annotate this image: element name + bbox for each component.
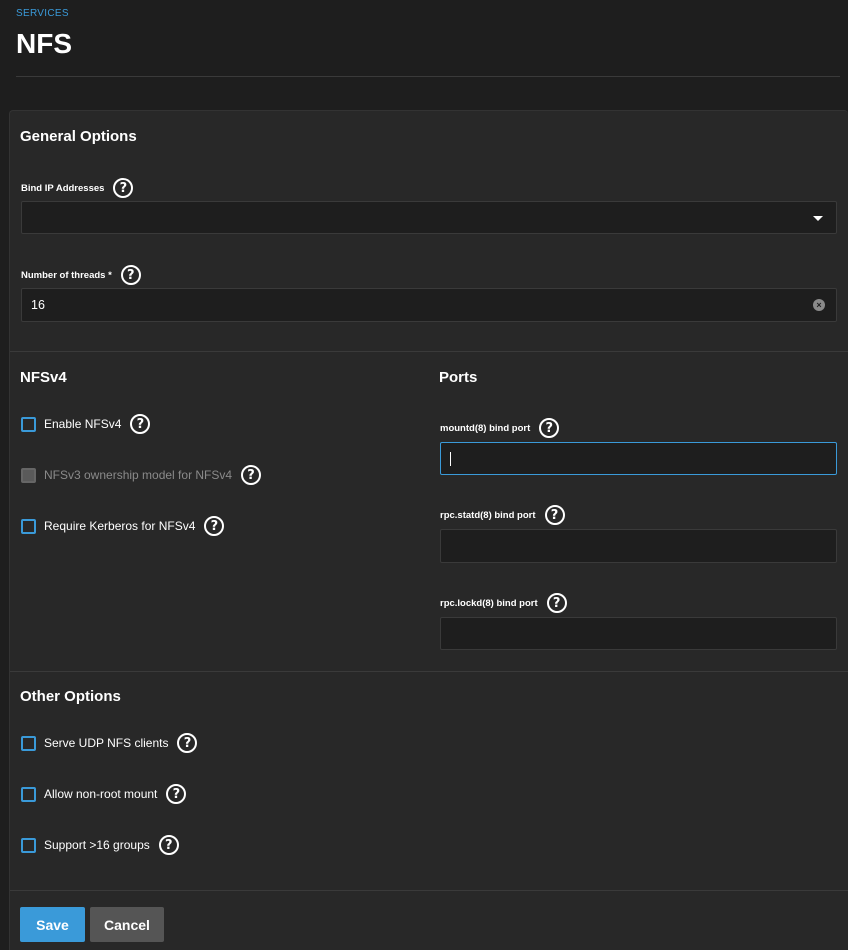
help-icon[interactable]: ? [204, 516, 225, 536]
help-icon[interactable]: ? [544, 505, 565, 525]
checkbox[interactable] [21, 518, 36, 534]
help-icon[interactable]: ? [177, 733, 198, 753]
checkbox-label: Support >16 groups [44, 838, 150, 852]
section-divider [10, 671, 848, 672]
help-icon[interactable]: ? [546, 593, 567, 613]
checkbox [21, 467, 36, 483]
checkbox[interactable] [21, 837, 36, 853]
mountd-label-text: mountd(8) bind port [440, 422, 531, 434]
breadcrumb[interactable]: SERVICES [16, 8, 69, 19]
ports-title: Ports [439, 369, 478, 386]
help-icon[interactable]: ? [166, 784, 187, 804]
support-16-groups-checkbox[interactable]: Support >16 groups ? [21, 835, 179, 855]
lockd-label-text: rpc.lockd(8) bind port [440, 597, 538, 609]
help-icon[interactable]: ? [539, 418, 560, 438]
nfsv4-title: NFSv4 [20, 369, 67, 386]
text-caret [450, 451, 451, 466]
mountd-label: mountd(8) bind port ? [440, 418, 560, 438]
checkbox-label: Serve UDP NFS clients [44, 736, 169, 750]
help-icon[interactable]: ? [120, 265, 141, 285]
threads-value: 16 [31, 298, 45, 312]
threads-input[interactable]: 16 × [21, 288, 837, 322]
help-icon[interactable]: ? [158, 835, 179, 855]
nfsv3-ownership-checkbox: NFSv3 ownership model for NFSv4 ? [21, 465, 262, 485]
chevron-down-icon[interactable] [813, 216, 823, 221]
save-button[interactable]: Save [20, 907, 85, 942]
checkbox[interactable] [21, 416, 36, 432]
allow-non-root-checkbox[interactable]: Allow non-root mount ? [21, 784, 187, 804]
lockd-label: rpc.lockd(8) bind port ? [440, 593, 567, 613]
statd-label-text: rpc.statd(8) bind port [440, 509, 536, 521]
bind-ip-select[interactable] [21, 201, 837, 234]
other-options-title: Other Options [20, 688, 121, 705]
general-options-title: General Options [20, 128, 137, 145]
help-icon[interactable]: ? [113, 178, 134, 198]
lockd-port-input[interactable] [440, 617, 837, 650]
nfs-settings-card: General Options Bind IP Addresses ? Numb… [9, 110, 848, 950]
checkbox-label: Allow non-root mount [44, 787, 158, 801]
cancel-button[interactable]: Cancel [90, 907, 164, 942]
require-kerberos-checkbox[interactable]: Require Kerberos for NFSv4 ? [21, 516, 225, 536]
checkbox-label: NFSv3 ownership model for NFSv4 [44, 468, 233, 482]
checkbox-label: Require Kerberos for NFSv4 [44, 519, 196, 533]
enable-nfsv4-checkbox[interactable]: Enable NFSv4 ? [21, 414, 151, 434]
threads-label: Number of threads * ? [21, 265, 141, 285]
statd-label: rpc.statd(8) bind port ? [440, 505, 565, 525]
statd-port-input[interactable] [440, 529, 837, 563]
section-divider [10, 351, 848, 352]
help-icon[interactable]: ? [130, 414, 151, 434]
section-divider [10, 890, 848, 891]
threads-label-text: Number of threads * [21, 269, 112, 281]
clear-icon[interactable]: × [813, 299, 825, 311]
checkbox[interactable] [21, 786, 36, 802]
serve-udp-checkbox[interactable]: Serve UDP NFS clients ? [21, 733, 198, 753]
help-icon[interactable]: ? [241, 465, 262, 485]
page-header: SERVICES NFS [16, 0, 840, 77]
bind-ip-label-text: Bind IP Addresses [21, 182, 105, 194]
page-title: NFS [16, 28, 72, 59]
checkbox-label: Enable NFSv4 [44, 417, 122, 431]
mountd-port-input[interactable] [440, 442, 837, 475]
bind-ip-label: Bind IP Addresses ? [21, 178, 134, 198]
checkbox[interactable] [21, 735, 36, 751]
